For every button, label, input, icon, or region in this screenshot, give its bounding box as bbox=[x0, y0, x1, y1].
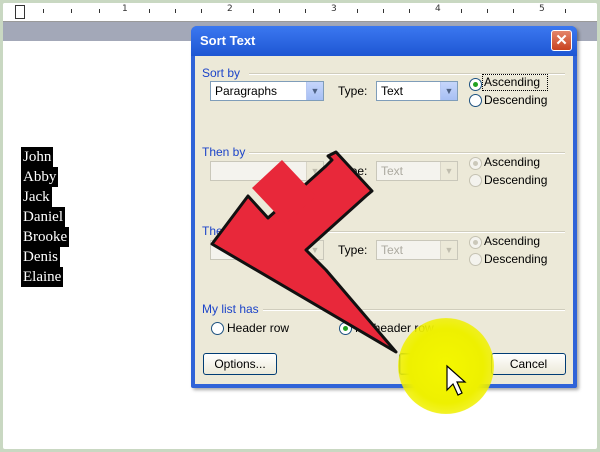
annotation-arrow-overlay bbox=[210, 150, 467, 396]
mouse-cursor-icon bbox=[446, 364, 467, 396]
annotation-arrow-icon bbox=[210, 150, 398, 354]
